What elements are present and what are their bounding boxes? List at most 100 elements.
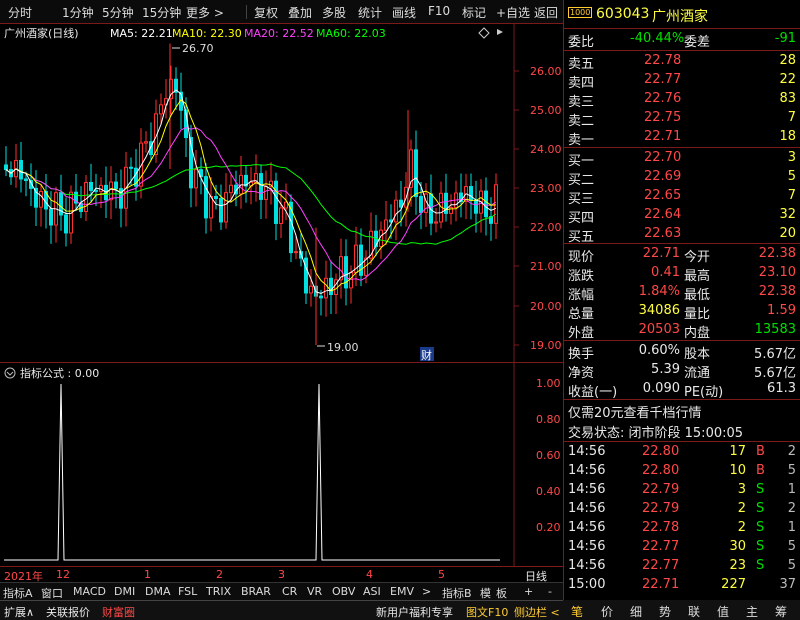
quote-value: 23.10 <box>758 265 796 280</box>
bid-row: 买四 22.64 32 <box>564 206 800 226</box>
candle-body <box>49 208 53 226</box>
settings-diamond-icon[interactable] <box>478 27 490 39</box>
toolbar-back[interactable]: 返回 <box>534 4 558 21</box>
tab-vr[interactable]: VR <box>307 585 322 598</box>
tab-fsl[interactable]: FSL <box>178 585 197 598</box>
date-label: 3 <box>278 568 285 581</box>
toolbar-5min[interactable]: 5分钟 <box>102 4 134 21</box>
bid-volume: 20 <box>779 226 796 241</box>
tab-dmi[interactable]: DMI <box>114 585 135 598</box>
fund-label: PE(动) <box>684 385 724 400</box>
quote-label: 最低 <box>684 288 711 303</box>
ask-label: 卖二 <box>568 114 595 129</box>
tick-count: 2 <box>787 501 796 516</box>
quote-label: 现价 <box>568 250 595 265</box>
tab-cr[interactable]: CR <box>282 585 297 598</box>
candle-body <box>84 181 88 212</box>
tick-count: 1 <box>787 520 796 535</box>
toolbar-f10[interactable]: F10 <box>428 4 450 18</box>
quote-value: 0.41 <box>651 265 680 280</box>
toolbar-intraday[interactable]: 分时 <box>8 4 32 21</box>
candle-body <box>224 192 228 223</box>
tab-detail[interactable]: 细 <box>630 603 642 620</box>
expand-arrow-icon[interactable] <box>497 29 503 35</box>
candle-body <box>414 149 418 198</box>
toolbar-mark[interactable]: 标记 <box>462 4 486 21</box>
tab-price[interactable]: 价 <box>601 603 613 620</box>
related-quotes-button[interactable]: 关联报价 <box>46 604 90 620</box>
toolbar-multi[interactable]: 多股 <box>322 4 346 21</box>
tab-obv[interactable]: OBV <box>332 585 355 598</box>
tick-row: 14:56 22.77 23 S 5 <box>564 557 800 576</box>
tick-price: 22.80 <box>642 463 680 478</box>
fund-label: 收益(一) <box>568 385 618 400</box>
date-label: 1 <box>144 568 151 581</box>
tab-more-arrow[interactable]: > <box>422 585 431 598</box>
candle-body <box>209 195 213 219</box>
toolbar-divider <box>246 5 247 19</box>
tab-linked[interactable]: 联 <box>688 603 700 620</box>
zoom-out-button[interactable]: - <box>548 585 552 598</box>
tab-trend[interactable]: 势 <box>659 603 671 620</box>
candle-body <box>229 184 233 194</box>
candlestick-chart[interactable]: 26.00 25.00 24.00 23.00 22.00 21.00 20.0… <box>0 24 563 362</box>
tab-window[interactable]: 窗口 <box>41 585 63 601</box>
promo-text: 仅需20元查看千档行情 <box>568 406 702 421</box>
ma20-legend: MA20: 22.52 <box>244 27 314 40</box>
fundamental-row: 收益(一) 0.090 PE(动) 61.3 <box>564 380 800 400</box>
toolbar-overlay[interactable]: 叠加 <box>288 4 312 21</box>
fund-label: 流通 <box>684 366 711 381</box>
bid-row: 买一 22.70 3 <box>564 149 800 169</box>
fundamental-row: 换手 0.60% 股本 5.67亿 <box>564 342 800 362</box>
fund-value: 61.3 <box>767 381 796 396</box>
tick-volume: 10 <box>729 463 746 478</box>
tab-asi[interactable]: ASI <box>363 585 381 598</box>
tab-board[interactable]: 板 <box>496 585 507 601</box>
indicator-menu-icon[interactable] <box>4 367 16 379</box>
tab-trades[interactable]: 笔 <box>571 603 583 620</box>
candle-body <box>129 166 133 169</box>
candle-body <box>274 180 278 224</box>
ask-price: 22.75 <box>644 110 682 125</box>
toolbar-15min[interactable]: 15分钟 <box>142 4 181 21</box>
promo-row[interactable]: 仅需20元查看千档行情 <box>564 401 800 421</box>
fund-value: 5.67亿 <box>754 366 796 381</box>
zoom-in-button[interactable]: + <box>524 585 533 598</box>
price-axis: 26.00 25.00 24.00 23.00 22.00 21.00 20.0… <box>514 65 562 352</box>
tab-chips[interactable]: 筹 <box>775 603 787 620</box>
toolbar-1min[interactable]: 1分钟 <box>62 4 94 21</box>
panel-header: 1000 603043 广州酒家 <box>564 4 800 26</box>
quote-label: 最高 <box>684 269 711 284</box>
tab-emv[interactable]: EMV <box>390 585 414 598</box>
tab-dma[interactable]: DMA <box>145 585 171 598</box>
toolbar-watchlist[interactable]: +自选 <box>496 4 530 21</box>
candle-body <box>264 185 268 200</box>
expand-button[interactable]: 扩展∧ <box>4 604 34 620</box>
sidebar-toggle-button[interactable]: 侧边栏 < <box>514 604 560 620</box>
tab-macd[interactable]: MACD <box>73 585 106 598</box>
toolbar-stats[interactable]: 统计 <box>358 4 382 21</box>
tick-time: 14:56 <box>568 520 606 535</box>
candle-body <box>294 251 298 254</box>
tab-main[interactable]: 主 <box>746 603 758 620</box>
tick-time: 14:56 <box>568 539 606 554</box>
f10-graphic-button[interactable]: 图文F10 <box>466 604 508 620</box>
tab-indicator-b[interactable]: 指标B <box>442 585 472 601</box>
candle-body <box>19 160 23 180</box>
tick-side: S <box>756 520 765 535</box>
tab-brar[interactable]: BRAR <box>241 585 271 598</box>
fortune-circle-button[interactable]: 财富圈 <box>102 604 135 620</box>
toolbar-more[interactable]: 更多 > <box>186 4 224 21</box>
tab-indicator-a[interactable]: 指标A <box>3 585 33 601</box>
ma60-legend: MA60: 22.03 <box>316 27 386 40</box>
indicator-chart[interactable]: 指标公式 : 0.00 1.00 0.80 0.60 0.40 0.20 <box>0 362 563 566</box>
new-user-promo-link[interactable]: 新用户福利专享 <box>376 604 453 620</box>
tab-template[interactable]: 模 <box>480 585 491 601</box>
toolbar-draw[interactable]: 画线 <box>392 4 416 21</box>
ask-label: 卖三 <box>568 95 595 110</box>
tab-trix[interactable]: TRIX <box>206 585 231 598</box>
toolbar-adjust[interactable]: 复权 <box>254 4 278 21</box>
bid-price: 22.64 <box>644 207 682 222</box>
weicha-label: 委差 <box>684 35 711 50</box>
tab-value[interactable]: 值 <box>717 603 729 620</box>
